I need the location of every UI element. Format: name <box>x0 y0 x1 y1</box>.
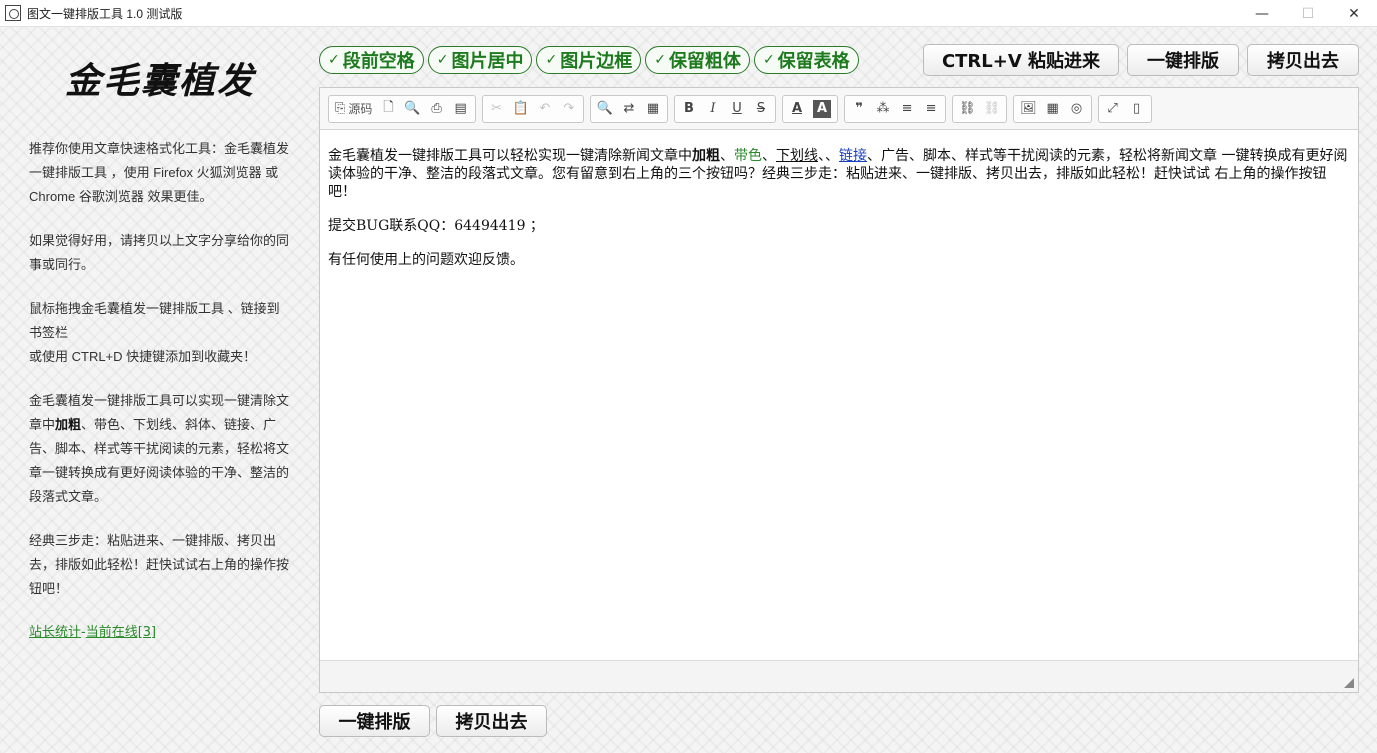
check-icon: ✓ <box>436 52 449 68</box>
background-color-icon[interactable]: A <box>812 99 832 118</box>
templates-icon[interactable]: ▤ <box>449 96 473 122</box>
unlink-icon[interactable]: ⛓ <box>980 96 1005 122</box>
print-icon[interactable]: ⎙ <box>425 96 449 122</box>
bookmark-line-2: 或使用 CTRL+D 快捷键添加到收藏夹！ <box>29 349 257 364</box>
content-text: 、 <box>762 148 776 164</box>
feature-text-bold: 加粗 <box>55 417 82 432</box>
option-label: 段前空格 <box>342 51 415 72</box>
source-icon: ⎘ <box>335 101 346 116</box>
preview-icon[interactable]: 🔍 <box>400 96 424 122</box>
find-icon[interactable]: 🔍 <box>593 96 617 122</box>
undo-icon[interactable]: ↶ <box>533 96 557 122</box>
toolbar-group-insert: 🖼 ▦ ◎ <box>1013 94 1092 123</box>
strike-icon[interactable]: S <box>749 96 773 122</box>
close-button[interactable]: ✕ <box>1331 0 1377 27</box>
toolbar-group-links: ⛓ ⛓ <box>952 94 1008 123</box>
table-icon[interactable]: ▦ <box>1041 96 1065 122</box>
source-label: 源码 <box>348 102 373 116</box>
check-icon: ✓ <box>328 52 340 68</box>
content-colored-text: 带色 <box>734 148 762 164</box>
options-row: ✓ 段前空格 ✓ 图片居中 ✓ 图片边框 ✓ 保留粗体 ✓ 保留表格 <box>319 46 859 74</box>
quote-icon[interactable]: ❞ <box>847 96 871 122</box>
toolbar-group-colors: A A <box>781 94 839 123</box>
steps-paragraph: 经典三步走：粘贴进来、一键排版、拷贝出去，排版如此轻松！赶快试试右上角的操作按钮… <box>29 533 290 596</box>
content-text: 、、 <box>818 148 839 164</box>
toolbar-group-paragraph: ❞ ⁂ ≡ ≡ <box>844 94 947 123</box>
link-icon[interactable]: ⛓ <box>955 96 980 122</box>
option-label: 图片边框 <box>560 51 633 72</box>
editor-content[interactable]: 金毛囊植发一键排版工具可以轻松实现一键清除新闻文章中加粗、带色、下划线、、链接、… <box>320 130 1358 269</box>
show-blocks-icon[interactable]: ▯ <box>1125 96 1149 122</box>
content-paragraph-1: 金毛囊植发一键排版工具可以轻松实现一键清除新闻文章中加粗、带色、下划线、、链接、… <box>328 147 1350 201</box>
format-clear-icon[interactable]: ▦ <box>641 96 665 122</box>
option-keep-table[interactable]: ✓ 保留表格 <box>753 46 859 74</box>
content-underlined-text: 下划线 <box>776 148 818 164</box>
image-icon[interactable]: 🖼 <box>1016 96 1041 122</box>
replace-icon[interactable]: ⇄ <box>617 96 641 122</box>
feature-paragraph: 金毛囊植发一键排版工具可以实现一键清除文章中加粗、带色、下划线、斜体、链接、广告… <box>29 389 291 509</box>
format-button[interactable]: 一键排版 <box>1127 44 1239 76</box>
italic-icon[interactable]: I <box>701 96 725 122</box>
option-keep-bold[interactable]: ✓ 保留粗体 <box>645 46 750 74</box>
toolbar-group-document: ⎘ 源码 🗋 🔍 ⎙ ▤ <box>328 94 476 123</box>
copy-button[interactable]: 拷贝出去 <box>1247 44 1359 76</box>
app-icon <box>5 5 21 21</box>
toolbar-group-clipboard: ✂ 📋 ↶ ↷ <box>481 94 584 123</box>
logo: 金毛囊植发 <box>65 60 256 102</box>
option-image-border[interactable]: ✓ 图片边框 <box>536 46 642 74</box>
option-center-image[interactable]: ✓ 图片居中 <box>427 46 533 74</box>
check-icon: ✓ <box>654 52 666 68</box>
rich-text-editor: ⎘ 源码 🗋 🔍 ⎙ ▤ ✂ 📋 ↶ ↷ 🔍 ⇄ ▦ B I U S A A ❞… <box>319 87 1359 693</box>
align-left-icon[interactable]: ≡ <box>895 96 919 122</box>
bookmark-line-1: 鼠标拖拽金毛囊植发一键排版工具 、链接到书签栏 <box>29 301 280 340</box>
paste-button[interactable]: CTRL+V 粘贴进来 <box>923 44 1119 76</box>
option-indent[interactable]: ✓ 段前空格 <box>319 46 424 74</box>
title-bar: 图文一键排版工具 1.0 测试版 — ☐ ✕ <box>0 0 1377 27</box>
content-bold-text: 加粗 <box>692 148 720 164</box>
resize-grip-icon[interactable] <box>1344 678 1354 688</box>
check-icon: ✓ <box>762 52 775 68</box>
footer-links: 站长统计-当前在线[3] <box>29 621 291 640</box>
editor-toolbar: ⎘ 源码 🗋 🔍 ⎙ ▤ ✂ 📋 ↶ ↷ 🔍 ⇄ ▦ B I U S A A ❞… <box>320 88 1358 130</box>
content-link[interactable]: 链接 <box>839 148 867 164</box>
intro-paragraph: 推荐你使用文章快速格式化工具：金毛囊植发一键排版工具 ，使用 Firefox 火… <box>29 141 290 204</box>
editor-statusbar <box>320 660 1358 692</box>
format-block-icon[interactable]: ⁂ <box>871 96 895 122</box>
stats-link[interactable]: 站长统计 <box>29 625 81 640</box>
content-paragraph-3: 有任何使用上的问题欢迎反馈。 <box>328 252 524 268</box>
align-right-icon[interactable]: ≡ <box>919 96 943 122</box>
toolbar-group-tools: ⤢ ▯ <box>1097 94 1152 123</box>
option-label: 保留粗体 <box>668 51 741 72</box>
content-paragraph-2: 提交BUG联系QQ：64494419 ； <box>328 218 544 234</box>
content-text: 金毛囊植发一键排版工具可以轻松实现一键清除新闻文章中 <box>328 148 692 164</box>
paste-icon[interactable]: 📋 <box>509 96 533 122</box>
minimize-button[interactable]: — <box>1239 0 1285 27</box>
window-title: 图文一键排版工具 1.0 测试版 <box>27 6 183 21</box>
check-icon: ✓ <box>545 52 558 68</box>
maximize-button[interactable]: ☐ <box>1285 0 1331 27</box>
underline-icon[interactable]: U <box>725 96 749 122</box>
window-controls: — ☐ ✕ <box>1239 0 1377 27</box>
option-label: 图片居中 <box>451 51 524 72</box>
bold-icon[interactable]: B <box>677 96 701 122</box>
maximize-icon[interactable]: ⤢ <box>1101 96 1125 122</box>
bottom-copy-button[interactable]: 拷贝出去 <box>436 705 547 737</box>
content-text: 、 <box>720 148 734 164</box>
text-color-icon[interactable]: A <box>785 96 809 122</box>
source-button[interactable]: ⎘ 源码 <box>331 96 376 122</box>
sidebar: 金毛囊植发 推荐你使用文章快速格式化工具：金毛囊植发一键排版工具 ，使用 Fir… <box>29 56 291 640</box>
globe-icon[interactable]: ◎ <box>1065 96 1089 122</box>
bookmark-paragraph: 鼠标拖拽金毛囊植发一键排版工具 、链接到书签栏 或使用 CTRL+D 快捷键添加… <box>29 297 291 369</box>
online-count-link[interactable]: 当前在线[3] <box>86 625 156 640</box>
new-page-icon[interactable]: 🗋 <box>376 96 400 122</box>
redo-icon[interactable]: ↷ <box>557 96 581 122</box>
option-label: 保留表格 <box>777 51 850 72</box>
cut-icon[interactable]: ✂ <box>485 96 509 122</box>
share-paragraph: 如果觉得好用，请拷贝以上文字分享给你的同事或同行。 <box>29 233 290 272</box>
toolbar-group-basic-styles: B I U S <box>673 94 776 123</box>
toolbar-group-editing: 🔍 ⇄ ▦ <box>589 94 668 123</box>
bottom-format-button[interactable]: 一键排版 <box>319 705 430 737</box>
